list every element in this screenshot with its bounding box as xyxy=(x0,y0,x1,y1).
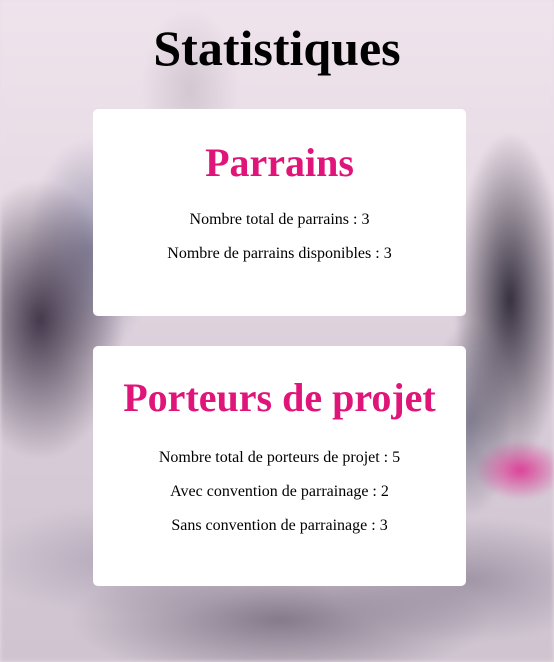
with-convention-stat: Avec convention de parrainage : 2 xyxy=(170,483,389,500)
parrains-card: Parrains Nombre total de parrains : 3 No… xyxy=(93,109,466,316)
porteurs-card: Porteurs de projet Nombre total de porte… xyxy=(93,346,466,586)
total-porteurs-stat: Nombre total de porteurs de projet : 5 xyxy=(158,449,401,466)
porteurs-stats: Nombre total de porteurs de projet : 5 A… xyxy=(93,421,466,535)
without-convention-stat: Sans convention de parrainage : 3 xyxy=(171,517,388,534)
total-parrains-stat: Nombre total de parrains : 3 xyxy=(189,211,370,228)
porteurs-heading: Porteurs de projet xyxy=(123,375,436,420)
available-parrains-stat: Nombre de parrains disponibles : 3 xyxy=(167,245,392,262)
page-title: Statistiques xyxy=(153,20,401,76)
parrains-stats: Nombre total de parrains : 3 Nombre de p… xyxy=(93,186,466,263)
statistics-page: Statistiques Parrains Nombre total de pa… xyxy=(0,0,554,662)
parrains-heading: Parrains xyxy=(205,140,354,185)
